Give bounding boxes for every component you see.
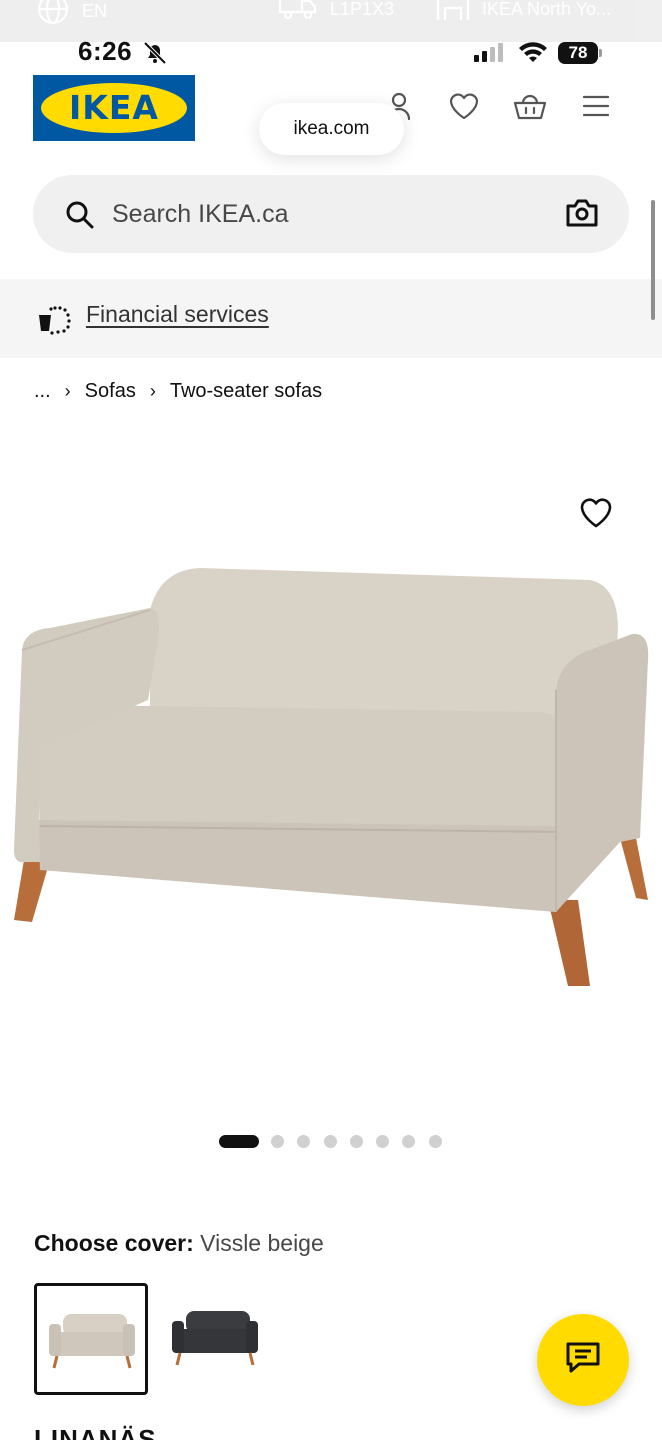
heart-icon: [448, 91, 480, 126]
search-bar[interactable]: Search IKEA.ca: [33, 175, 629, 253]
globe-icon: [36, 0, 70, 31]
truck-icon: [278, 0, 318, 27]
heart-icon: [578, 498, 614, 534]
menu-button[interactable]: [578, 90, 614, 126]
product-image[interactable]: [0, 440, 662, 1110]
delivery-postal-code[interactable]: L1P1X3: [278, 0, 394, 27]
breadcrumb-two-seater-sofas[interactable]: Two-seater sofas: [170, 380, 322, 403]
silent-bell-icon: [142, 40, 168, 71]
carousel-dot-active[interactable]: [219, 1135, 259, 1148]
cover-option-dark-grey[interactable]: [160, 1283, 274, 1395]
battery-icon: 78: [558, 42, 602, 64]
page-scrollbar[interactable]: [651, 200, 655, 320]
camera-icon[interactable]: [565, 197, 599, 234]
cart-button[interactable]: [512, 90, 548, 126]
cover-value: Vissle beige: [200, 1230, 324, 1256]
status-bar: 6:26 78: [0, 36, 662, 72]
carousel-dot[interactable]: [349, 1135, 363, 1148]
carousel-dot[interactable]: [428, 1135, 442, 1148]
cellular-signal-icon: [474, 42, 503, 62]
carousel-dot[interactable]: [323, 1135, 337, 1148]
store-icon: [436, 0, 470, 27]
cover-chooser: Choose cover: Vissle beige: [34, 1230, 324, 1257]
product-name: LINANÄS: [34, 1424, 157, 1440]
chat-bubble-icon: [565, 1341, 601, 1380]
chevron-right-icon: ›: [149, 381, 156, 401]
basket-icon: [512, 90, 548, 127]
carousel-dot[interactable]: [297, 1135, 311, 1148]
status-time: 6:26: [78, 36, 133, 66]
financial-icon: [37, 303, 73, 340]
breadcrumb-sofas[interactable]: Sofas: [85, 380, 136, 403]
cover-label: Choose cover:: [34, 1230, 194, 1256]
logo-text: IKEA: [69, 88, 159, 127]
hamburger-icon: [581, 94, 611, 123]
search-icon: [65, 200, 95, 235]
carousel-dot[interactable]: [402, 1135, 416, 1148]
ikea-logo[interactable]: IKEA: [33, 75, 195, 141]
image-carousel-indicator[interactable]: [219, 1135, 455, 1148]
save-to-favourites-button[interactable]: [578, 496, 614, 535]
breadcrumb-ellipsis[interactable]: ...: [34, 380, 51, 403]
language-selector[interactable]: EN: [36, 0, 107, 31]
breadcrumb: ... › Sofas › Two-seater sofas: [34, 380, 322, 403]
search-input[interactable]: Search IKEA.ca: [112, 200, 288, 229]
store-label: IKEA North Yo...: [482, 0, 612, 19]
favourites-button[interactable]: [446, 90, 482, 126]
battery-level: 78: [568, 43, 588, 62]
store-selector[interactable]: IKEA North Yo...: [436, 0, 611, 27]
language-label: EN: [82, 1, 108, 21]
chevron-right-icon: ›: [64, 381, 71, 401]
carousel-dot[interactable]: [271, 1135, 284, 1148]
wifi-icon: [518, 40, 548, 69]
chat-button[interactable]: [537, 1314, 629, 1406]
financial-services-link[interactable]: Financial services: [86, 301, 269, 328]
carousel-dot[interactable]: [376, 1135, 390, 1148]
cover-option-beige[interactable]: [34, 1283, 148, 1395]
financial-services-banner: Financial services: [0, 279, 662, 358]
postal-code-label: L1P1X3: [330, 0, 395, 19]
url-pill[interactable]: ikea.com: [259, 103, 404, 155]
